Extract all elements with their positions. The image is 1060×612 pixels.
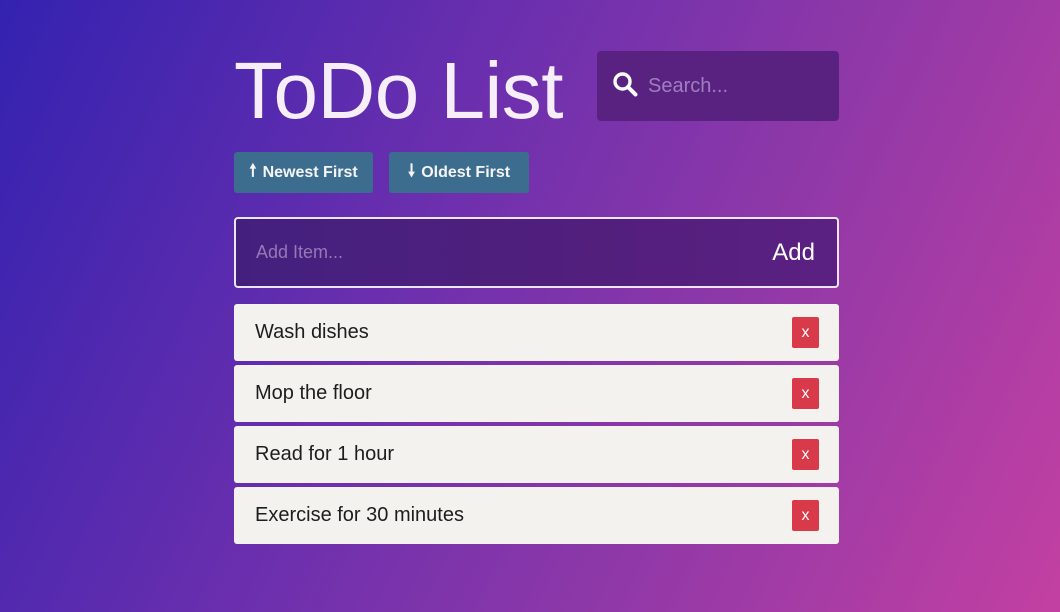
delete-button[interactable]: x bbox=[792, 439, 819, 470]
add-item-form: Add bbox=[234, 217, 839, 288]
todo-item: Mop the floor x bbox=[234, 365, 839, 422]
delete-button[interactable]: x bbox=[792, 317, 819, 348]
todo-item-label: Exercise for 30 minutes bbox=[255, 504, 464, 526]
todo-app: ToDo List 🠕 Newest First 🠗 Oldest First … bbox=[234, 0, 839, 612]
sort-newest-button[interactable]: 🠕 Newest First bbox=[234, 152, 373, 193]
todo-item: Wash dishes x bbox=[234, 304, 839, 361]
arrow-down-icon: 🠗 bbox=[407, 161, 416, 180]
todo-item: Exercise for 30 minutes x bbox=[234, 487, 839, 544]
arrow-up-icon: 🠕 bbox=[249, 161, 257, 180]
todo-item: Read for 1 hour x bbox=[234, 426, 839, 483]
todo-item-label: Read for 1 hour bbox=[255, 443, 394, 465]
search-box[interactable] bbox=[597, 51, 839, 121]
sort-newest-label: Newest First bbox=[262, 163, 358, 181]
delete-button[interactable]: x bbox=[792, 500, 819, 531]
todo-item-label: Wash dishes bbox=[255, 321, 369, 343]
delete-button[interactable]: x bbox=[792, 378, 819, 409]
sort-oldest-button[interactable]: 🠗 Oldest First bbox=[389, 152, 529, 193]
todo-item-label: Mop the floor bbox=[255, 382, 372, 404]
add-item-input[interactable] bbox=[236, 219, 737, 286]
sort-oldest-label: Oldest First bbox=[421, 163, 511, 181]
todo-list: Wash dishes x Mop the floor x Read for 1… bbox=[234, 304, 839, 548]
add-button[interactable]: Add bbox=[737, 219, 837, 286]
search-input[interactable] bbox=[648, 66, 828, 106]
page-title: ToDo List bbox=[234, 46, 563, 135]
search-icon bbox=[612, 71, 638, 102]
